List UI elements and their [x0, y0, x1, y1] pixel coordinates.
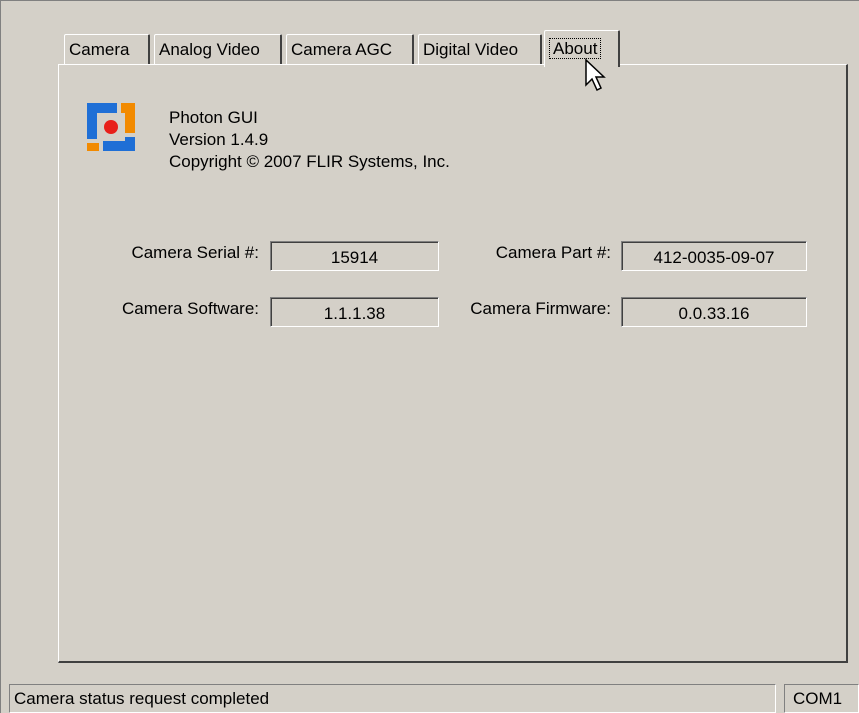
camera-serial-label: Camera Serial #: [131, 243, 259, 262]
tab-camera-agc-label: Camera AGC [291, 40, 393, 59]
status-message: Camera status request completed [9, 684, 776, 713]
camera-software-label: Camera Software: [122, 299, 259, 318]
camera-serial-field: 15914 [270, 241, 439, 271]
mouse-pointer-icon [585, 58, 606, 92]
tab-camera-label: Camera [69, 40, 130, 59]
camera-part-label: Camera Part #: [495, 243, 611, 262]
camera-firmware-field: 0.0.33.16 [621, 297, 807, 327]
app-copyright: Copyright © 2007 FLIR Systems, Inc. [169, 152, 450, 171]
status-bar: Camera status request completed COM1 [9, 684, 859, 713]
flir-logo-icon [83, 99, 139, 155]
about-info: Photon GUI Version 1.4.9 Copyright © 200… [169, 107, 450, 173]
about-panel: Photon GUI Version 1.4.9 Copyright © 200… [58, 64, 848, 663]
tab-analog-video-label: Analog Video [159, 40, 260, 59]
tab-about-label: About [549, 38, 602, 59]
app-name: Photon GUI [169, 108, 258, 127]
camera-part-field: 412-0035-09-07 [621, 241, 807, 271]
tab-camera-agc[interactable]: Camera AGC [286, 34, 414, 64]
tab-digital-video-label: Digital Video [423, 40, 519, 59]
tab-about[interactable]: About [544, 30, 620, 67]
app-version: Version 1.4.9 [169, 130, 269, 149]
tab-digital-video[interactable]: Digital Video [418, 34, 542, 64]
tab-analog-video[interactable]: Analog Video [154, 34, 282, 64]
camera-firmware-label: Camera Firmware: [470, 299, 611, 318]
camera-software-field: 1.1.1.38 [270, 297, 439, 327]
status-port: COM1 [784, 684, 859, 713]
tab-camera[interactable]: Camera [64, 34, 150, 64]
